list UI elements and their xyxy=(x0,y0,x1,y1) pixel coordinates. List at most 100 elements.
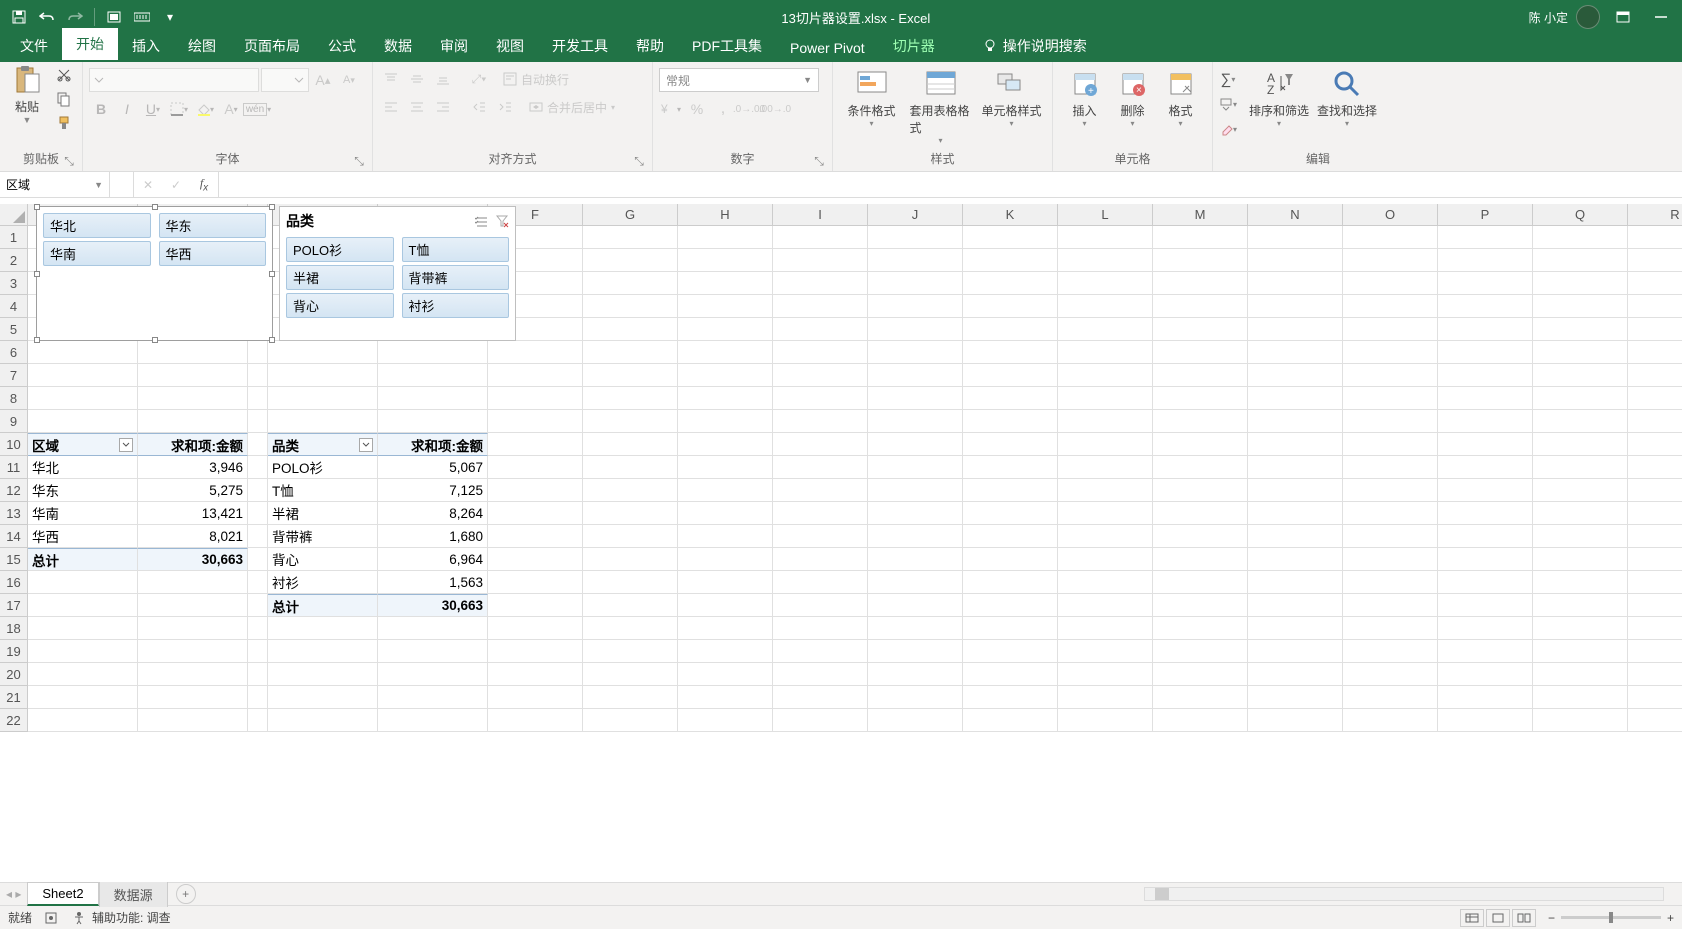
cell[interactable] xyxy=(1628,663,1682,686)
formula-input[interactable] xyxy=(219,172,1682,197)
cell[interactable] xyxy=(1153,433,1248,456)
cell[interactable] xyxy=(1533,295,1628,318)
cell[interactable] xyxy=(1628,249,1682,272)
cell[interactable]: 华西 xyxy=(28,525,138,548)
zoom-slider[interactable] xyxy=(1561,916,1661,919)
cell[interactable] xyxy=(678,272,773,295)
border-button[interactable]: ▾ xyxy=(167,98,191,120)
cell[interactable] xyxy=(488,364,583,387)
align-middle-button[interactable] xyxy=(405,68,429,90)
cell[interactable] xyxy=(1628,594,1682,617)
sheet-nav[interactable]: ◂ ▸ xyxy=(0,887,27,901)
cell[interactable] xyxy=(1343,318,1438,341)
cell[interactable] xyxy=(678,295,773,318)
cell[interactable]: 6,964 xyxy=(378,548,488,571)
cell[interactable] xyxy=(1628,226,1682,249)
cell[interactable] xyxy=(773,571,868,594)
cell[interactable] xyxy=(1058,387,1153,410)
cell[interactable] xyxy=(583,571,678,594)
cell[interactable] xyxy=(268,617,378,640)
zoom-out-button[interactable]: − xyxy=(1548,911,1555,925)
cell[interactable] xyxy=(1533,341,1628,364)
autosum-button[interactable]: ∑▾ xyxy=(1219,68,1237,90)
decrease-font-button[interactable]: A▾ xyxy=(337,69,361,91)
cell[interactable] xyxy=(1153,249,1248,272)
cell[interactable] xyxy=(248,433,268,456)
cell[interactable] xyxy=(1438,525,1533,548)
cell[interactable] xyxy=(1438,341,1533,364)
cell[interactable] xyxy=(678,410,773,433)
cell[interactable] xyxy=(1343,226,1438,249)
cell[interactable]: 求和项:金额 xyxy=(378,433,488,456)
column-header[interactable]: K xyxy=(963,204,1058,226)
align-right-button[interactable] xyxy=(431,96,455,118)
cell[interactable] xyxy=(1343,663,1438,686)
minimize-button[interactable] xyxy=(1646,3,1676,31)
tab-slicer[interactable]: 切片器 xyxy=(879,30,949,62)
cell[interactable] xyxy=(1153,410,1248,433)
clipboard-dialog-launcher[interactable]: ⤡ xyxy=(62,154,76,168)
align-bottom-button[interactable] xyxy=(431,68,455,90)
cell[interactable]: T恤 xyxy=(268,479,378,502)
cell[interactable] xyxy=(1248,594,1343,617)
cell[interactable] xyxy=(1058,548,1153,571)
cell[interactable] xyxy=(963,548,1058,571)
cell[interactable] xyxy=(488,640,583,663)
cell[interactable] xyxy=(868,318,963,341)
cell[interactable] xyxy=(678,433,773,456)
cell[interactable] xyxy=(773,433,868,456)
cell[interactable] xyxy=(678,249,773,272)
cell[interactable]: 华北 xyxy=(28,456,138,479)
align-center-button[interactable] xyxy=(405,96,429,118)
cell[interactable] xyxy=(1153,387,1248,410)
cell[interactable] xyxy=(1628,709,1682,732)
align-left-button[interactable] xyxy=(379,96,403,118)
cell[interactable] xyxy=(583,387,678,410)
cell[interactable] xyxy=(1343,341,1438,364)
sheet-tab[interactable]: Sheet2 xyxy=(27,882,98,906)
cell[interactable] xyxy=(678,456,773,479)
cell[interactable]: POLO衫 xyxy=(268,456,378,479)
cell[interactable] xyxy=(248,640,268,663)
cell[interactable] xyxy=(1438,548,1533,571)
row-header[interactable]: 18 xyxy=(0,617,28,640)
cell[interactable] xyxy=(28,364,138,387)
bold-button[interactable]: B xyxy=(89,98,113,120)
cell[interactable] xyxy=(268,709,378,732)
cell[interactable] xyxy=(1438,318,1533,341)
cell[interactable] xyxy=(868,640,963,663)
macro-record-button[interactable] xyxy=(44,911,58,925)
qat-keyboard-button[interactable] xyxy=(129,4,155,30)
row-header[interactable]: 8 xyxy=(0,387,28,410)
cut-button[interactable] xyxy=(52,64,76,86)
cell[interactable] xyxy=(1248,410,1343,433)
cell[interactable] xyxy=(963,456,1058,479)
cell[interactable] xyxy=(773,364,868,387)
cell[interactable] xyxy=(1058,502,1153,525)
cell[interactable] xyxy=(963,525,1058,548)
cell[interactable] xyxy=(1058,709,1153,732)
row-header[interactable]: 20 xyxy=(0,663,28,686)
cell[interactable] xyxy=(963,709,1058,732)
cell[interactable] xyxy=(1438,686,1533,709)
cell[interactable] xyxy=(963,502,1058,525)
slicer-item[interactable]: 华南 xyxy=(43,241,151,266)
cell-styles-button[interactable]: 单元格样式▾ xyxy=(980,68,1044,128)
redo-button[interactable] xyxy=(62,4,88,30)
zoom-in-button[interactable]: + xyxy=(1667,911,1674,925)
cell[interactable] xyxy=(378,341,488,364)
slicer-category[interactable]: 品类 POLO衫 T恤 半裙 背带裤 背心 衬衫 xyxy=(279,206,516,341)
cell[interactable] xyxy=(1153,617,1248,640)
cell[interactable] xyxy=(583,364,678,387)
cell[interactable] xyxy=(138,410,248,433)
percent-format-button[interactable]: % xyxy=(685,98,709,120)
cell[interactable] xyxy=(963,571,1058,594)
align-top-button[interactable] xyxy=(379,68,403,90)
cell[interactable] xyxy=(1153,295,1248,318)
select-all-button[interactable] xyxy=(0,204,28,226)
cell[interactable] xyxy=(868,502,963,525)
cell[interactable] xyxy=(1438,663,1533,686)
cell[interactable] xyxy=(868,272,963,295)
cell-grid[interactable]: 区域求和项:金额品类求和项:金额华北3,946POLO衫5,067华东5,275… xyxy=(28,226,1682,732)
cell[interactable] xyxy=(1438,640,1533,663)
